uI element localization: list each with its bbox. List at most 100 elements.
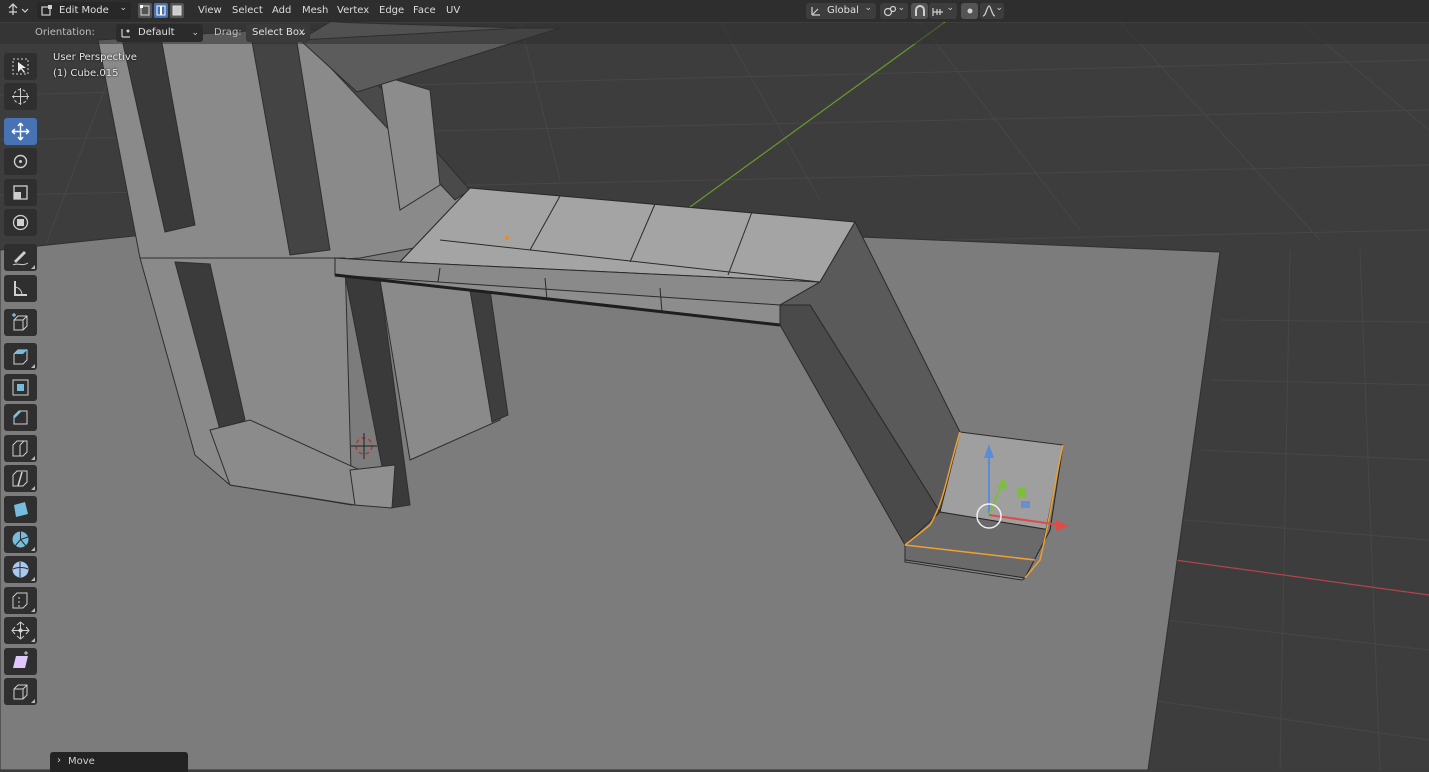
submenu-indicator: [31, 608, 35, 612]
tool-select-box[interactable]: [4, 53, 37, 80]
shrink-fatten-icon: [11, 621, 30, 640]
loop-cut-icon: [12, 440, 28, 457]
submenu-indicator: [31, 638, 35, 642]
tool-knife[interactable]: [4, 465, 37, 492]
menu-view[interactable]: View: [198, 3, 222, 19]
proportional-edit-icon: [967, 8, 973, 14]
tool-extrude-region[interactable]: [4, 343, 37, 370]
move-icon: [11, 122, 30, 141]
submenu-indicator: [31, 699, 35, 703]
3d-viewport[interactable]: [0, 0, 1429, 770]
perspective-label: User Perspective: [53, 52, 137, 63]
menu-uv[interactable]: UV: [446, 3, 460, 19]
tool-rotate[interactable]: [4, 148, 37, 175]
snap-icon: [915, 5, 925, 16]
chevron-down-icon: ⌄: [191, 28, 199, 38]
pivot-point-dropdown[interactable]: ⌄: [880, 3, 908, 19]
viewport-header: Edit Mode ⌄ View Select Add Mesh Vertex …: [0, 0, 1429, 22]
pivot-point-icon: [883, 5, 897, 17]
submenu-indicator: [31, 456, 35, 460]
orientation-icon: [121, 29, 130, 38]
tool-add-cube[interactable]: [4, 309, 37, 336]
submenu-indicator: [31, 364, 35, 368]
proportional-edit-toggle[interactable]: [961, 3, 978, 19]
menu-add[interactable]: Add: [272, 3, 291, 19]
snap-toggle[interactable]: [911, 3, 928, 19]
knife-icon: [12, 470, 28, 487]
smooth-icon: [12, 561, 29, 578]
menu-face[interactable]: Face: [413, 3, 436, 19]
measure-icon: [14, 281, 27, 296]
select-box-icon: [12, 58, 29, 75]
tool-shear[interactable]: [4, 648, 37, 675]
drag-label: Drag:: [214, 27, 242, 38]
edge-slide-icon: [12, 592, 28, 609]
mode-dropdown[interactable]: Edit Mode ⌄: [37, 2, 131, 19]
tool-cursor[interactable]: [4, 83, 37, 110]
tool-poly-build[interactable]: [4, 496, 37, 523]
cursor-icon: [12, 88, 29, 105]
rip-region-icon: [13, 684, 28, 700]
orientation-dropdown[interactable]: Default ⌄: [116, 24, 203, 42]
editor-type-icon: [8, 3, 29, 15]
orientation-value: Default: [138, 27, 175, 38]
submenu-indicator: [31, 547, 35, 551]
tool-annotate[interactable]: [4, 244, 37, 271]
add-cube-icon: [12, 313, 28, 331]
tool-shrink-fatten[interactable]: [4, 617, 37, 644]
tool-scale[interactable]: [4, 179, 37, 206]
transform-orientation-icon: [811, 7, 820, 16]
rotate-icon: [13, 154, 28, 169]
tool-transform[interactable]: [4, 209, 37, 236]
face-select-icon: [172, 5, 182, 16]
tool-move[interactable]: [4, 118, 37, 145]
transform-icon: [12, 214, 29, 231]
transform-orientation-label: Global: [827, 5, 859, 16]
transform-orientation-dropdown[interactable]: Global ⌄: [806, 3, 876, 19]
shear-icon: [13, 651, 28, 668]
chevron-down-icon: ⌄: [897, 3, 905, 13]
spin-icon: [12, 531, 29, 548]
chevron-down-icon: ⌄: [119, 3, 127, 13]
snap-target-icon: [932, 8, 943, 16]
snap-target-dropdown[interactable]: ⌄: [929, 3, 957, 19]
vertex-select-button[interactable]: [138, 3, 152, 18]
chevron-down-icon: ⌄: [299, 28, 307, 38]
chevron-down-icon: ⌄: [864, 3, 872, 13]
scale-icon: [13, 185, 28, 200]
origin-dot: [505, 236, 509, 240]
edge-select-button[interactable]: [154, 3, 168, 18]
falloff-dropdown[interactable]: ⌄: [980, 3, 1004, 19]
tool-measure[interactable]: [4, 275, 37, 302]
tool-spin[interactable]: [4, 526, 37, 553]
drag-dropdown[interactable]: Select Box ⌄: [246, 24, 310, 42]
tool-bevel[interactable]: [4, 404, 37, 431]
object-label: (1) Cube.015: [53, 68, 119, 79]
tool-edge-slide[interactable]: [4, 587, 37, 614]
mode-label: Edit Mode: [59, 5, 109, 16]
drag-value: Select Box: [252, 27, 305, 38]
tool-settings-bar: Orientation: Default ⌄ Drag: Select Box …: [0, 23, 1429, 44]
menu-vertex[interactable]: Vertex: [337, 3, 369, 19]
redo-panel[interactable]: › Move: [50, 752, 188, 772]
tool-loop-cut[interactable]: [4, 435, 37, 462]
submenu-indicator: [31, 265, 35, 269]
vertex-select-icon: [140, 5, 150, 16]
tool-inset-faces[interactable]: [4, 374, 37, 401]
editor-type-button[interactable]: [6, 2, 30, 18]
tool-rip-region[interactable]: [4, 678, 37, 705]
inset-faces-icon: [12, 379, 29, 396]
menu-edge[interactable]: Edge: [379, 3, 404, 19]
poly-build-icon: [14, 502, 28, 517]
menu-mesh[interactable]: Mesh: [302, 3, 328, 19]
chevron-right-icon: ›: [57, 755, 61, 766]
annotate-icon: [12, 251, 29, 266]
falloff-icon: [982, 5, 996, 17]
chevron-down-icon: ⌄: [946, 3, 954, 13]
tool-smooth[interactable]: [4, 556, 37, 583]
extrude-region-icon: [13, 349, 28, 365]
orientation-label: Orientation:: [35, 27, 95, 38]
menu-select[interactable]: Select: [232, 3, 263, 19]
face-select-button[interactable]: [170, 3, 184, 18]
bevel-icon: [13, 410, 28, 425]
